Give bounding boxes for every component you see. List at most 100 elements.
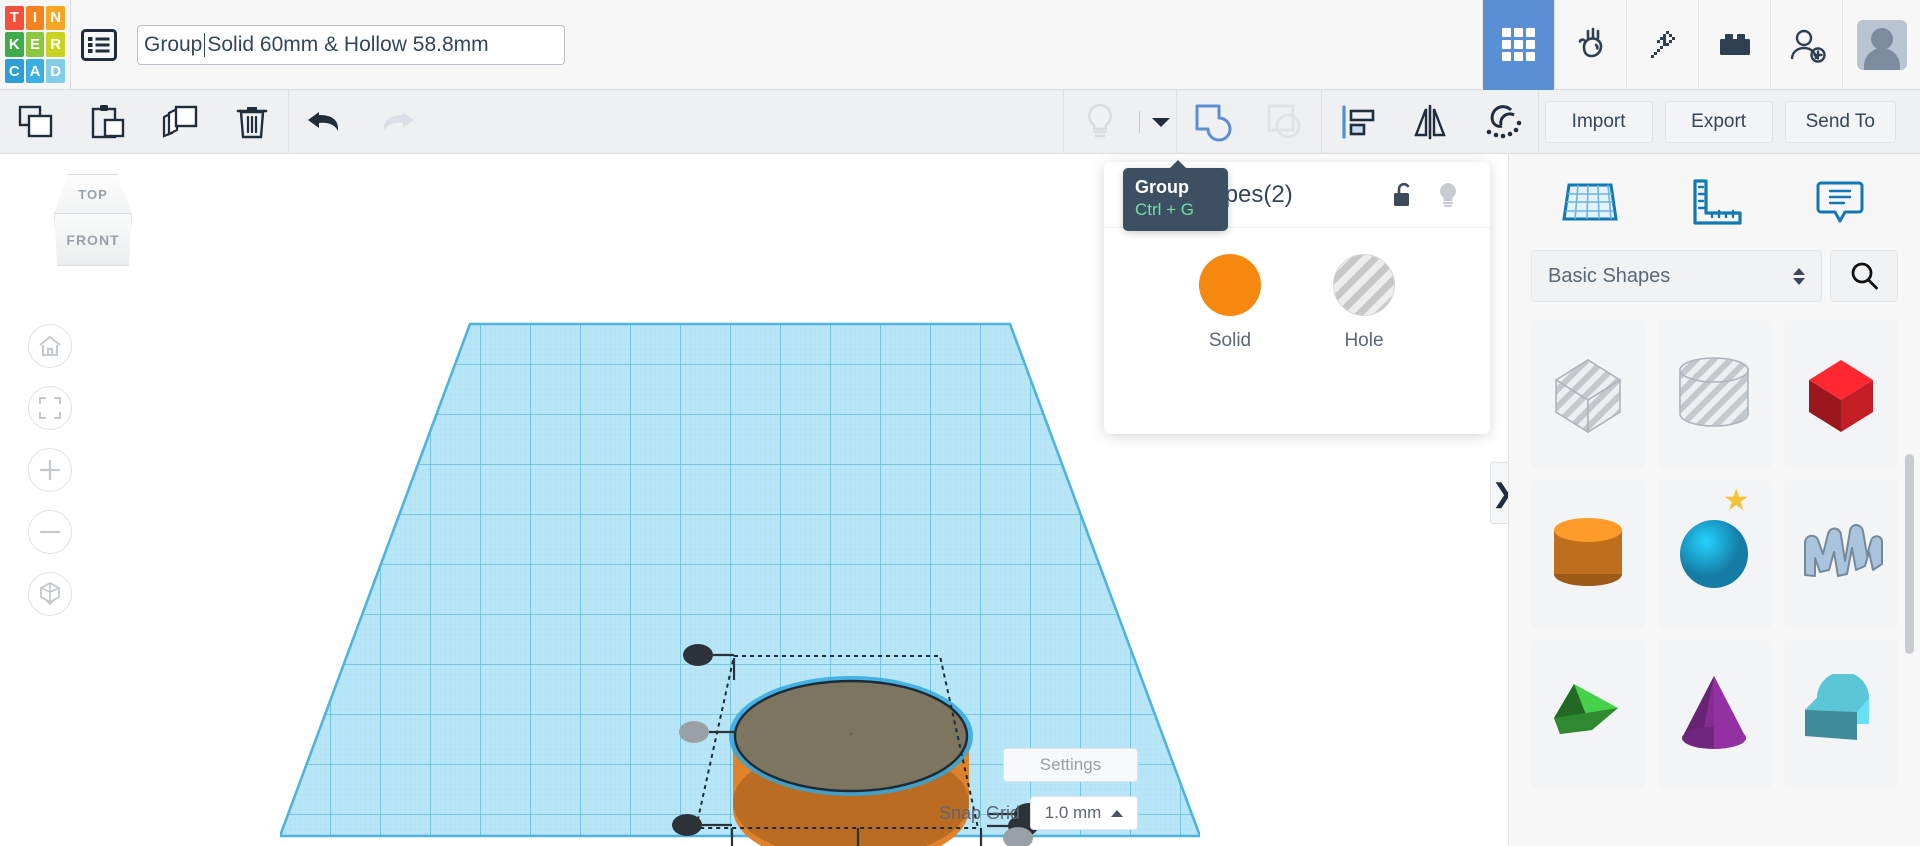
- view-cube[interactable]: TOP FRONT: [40, 174, 146, 272]
- logo-letter-t: T: [5, 5, 24, 31]
- paste-button[interactable]: [72, 90, 144, 154]
- hole-swatch: [1333, 254, 1395, 316]
- snap-grid-control: Snap Grid 1.0 mm: [939, 796, 1138, 830]
- light-bulb-icon: [1440, 182, 1456, 207]
- solid-label: Solid: [1208, 330, 1252, 351]
- lego-brick-icon: [1719, 33, 1750, 55]
- group-icon: [1195, 104, 1232, 141]
- shape-category-value: Basic Shapes: [1548, 264, 1671, 287]
- tinkercad-logo[interactable]: TINKERCAD: [0, 0, 70, 90]
- ungroup-button[interactable]: [1249, 90, 1321, 154]
- tinkercad-frog-button[interactable]: [1554, 0, 1626, 90]
- add-user-button[interactable]: [1770, 0, 1842, 90]
- import-button[interactable]: Import: [1544, 100, 1653, 143]
- logo-letter-d: D: [46, 58, 65, 84]
- cylinder-shape[interactable]: [1531, 480, 1646, 628]
- logo-letter-i: I: [25, 5, 45, 31]
- design-name-input[interactable]: Group Solid 60mm & Hollow 58.8mm: [137, 24, 565, 65]
- user-avatar-button[interactable]: [1842, 0, 1920, 90]
- pickaxe-icon: [1650, 30, 1675, 58]
- view-nav-buttons: [28, 324, 72, 616]
- cube-arrow-icon: [40, 582, 60, 606]
- settings-button[interactable]: Settings: [1003, 748, 1138, 782]
- sidebar-tool-icons: [1509, 154, 1920, 250]
- design-name-prefix: Group: [144, 32, 203, 56]
- solid-option[interactable]: Solid: [1199, 254, 1261, 352]
- search-icon: [1851, 262, 1878, 290]
- mirror-button[interactable]: [1394, 90, 1466, 154]
- delete-button[interactable]: [216, 90, 288, 154]
- mirror-icon: [1413, 104, 1446, 139]
- minecraft-pickaxe-button[interactable]: [1626, 0, 1698, 90]
- view-cube-top[interactable]: TOP: [54, 174, 132, 214]
- magnet-snap-icon: [1486, 104, 1521, 138]
- cylinder-hole-shape[interactable]: [1657, 320, 1772, 468]
- pyramid-shape[interactable]: [1531, 640, 1646, 788]
- snap-grid-select[interactable]: 1.0 mm: [1030, 796, 1138, 830]
- export-button[interactable]: Export: [1664, 100, 1773, 143]
- shape-category-row: Basic Shapes: [1509, 250, 1920, 302]
- home-icon: [39, 335, 61, 356]
- scribble-shape[interactable]: [1783, 480, 1898, 628]
- group-button[interactable]: [1177, 90, 1249, 154]
- align-icon: [1342, 104, 1374, 139]
- unlock-button[interactable]: [1382, 181, 1426, 209]
- unlock-icon: [1394, 182, 1410, 206]
- logo-letter-n: N: [46, 5, 65, 31]
- divider: [1139, 110, 1141, 133]
- paste-icon: [91, 104, 125, 138]
- snap-grid-value: 1.0 mm: [1044, 803, 1102, 822]
- view-cube-front[interactable]: FRONT: [54, 214, 132, 266]
- undo-button[interactable]: [289, 90, 361, 154]
- copy-icon: [18, 105, 53, 137]
- logo-letter-e: E: [25, 32, 45, 57]
- cone-shape[interactable]: [1657, 640, 1772, 788]
- roof-shape[interactable]: [1783, 640, 1898, 788]
- fit-view-button[interactable]: [28, 386, 72, 430]
- hole-option[interactable]: Hole: [1333, 254, 1395, 352]
- chevron-down-icon: [1152, 117, 1171, 127]
- text-caret: [204, 32, 206, 57]
- zoom-in-button[interactable]: [28, 448, 72, 492]
- tooltip-shortcut: Ctrl + G: [1135, 199, 1195, 219]
- lighting-dropdown-button[interactable]: [1136, 90, 1176, 154]
- redo-button[interactable]: [361, 90, 433, 154]
- visibility-bulb-button[interactable]: [1426, 181, 1470, 209]
- send-to-button[interactable]: Send To: [1784, 100, 1896, 143]
- sphere-shape[interactable]: ★: [1657, 480, 1772, 628]
- workplane-grid-icon: [1561, 183, 1618, 221]
- home-view-button[interactable]: [28, 324, 72, 368]
- logo-letter-c: C: [5, 58, 24, 84]
- light-bulb-button[interactable]: [1064, 90, 1136, 154]
- design-name-text: Solid 60mm & Hollow 58.8mm: [207, 32, 489, 56]
- workplane-tool-button[interactable]: [1547, 177, 1633, 227]
- apps-grid-button[interactable]: [1482, 0, 1554, 90]
- box-hole-shape[interactable]: [1531, 320, 1646, 468]
- snap-grid-label: Snap Grid: [938, 802, 1020, 823]
- panels-menu-button[interactable]: [71, 0, 127, 90]
- trash-icon: [236, 106, 268, 138]
- ruler-icon: [1692, 179, 1742, 225]
- add-user-icon: [1790, 29, 1826, 63]
- align-button[interactable]: [1322, 90, 1394, 154]
- box-shape[interactable]: [1783, 320, 1898, 468]
- lego-brick-button[interactable]: [1698, 0, 1770, 90]
- main-toolbar: Import Export Send To: [0, 89, 1920, 154]
- hole-label: Hole: [1344, 330, 1384, 351]
- plus-icon: [39, 459, 61, 481]
- snap-magnet-button[interactable]: [1466, 90, 1538, 154]
- zoom-out-button[interactable]: [28, 510, 72, 554]
- note-comment-icon: [1816, 181, 1863, 223]
- toolbar-separator-5: [1537, 89, 1539, 154]
- copy-button[interactable]: [0, 90, 72, 154]
- note-tool-button[interactable]: [1797, 177, 1883, 227]
- ruler-tool-button[interactable]: [1672, 177, 1758, 227]
- shape-category-select[interactable]: Basic Shapes: [1531, 250, 1822, 302]
- perspective-toggle-button[interactable]: [28, 572, 72, 616]
- logo-letter-k: K: [5, 32, 24, 57]
- duplicate-button[interactable]: [144, 90, 216, 154]
- header-icon-group: [1482, 0, 1920, 90]
- shape-search-button[interactable]: [1830, 250, 1898, 302]
- shapes-scrollbar[interactable]: [1905, 454, 1914, 654]
- chevron-up-icon: [1111, 809, 1124, 817]
